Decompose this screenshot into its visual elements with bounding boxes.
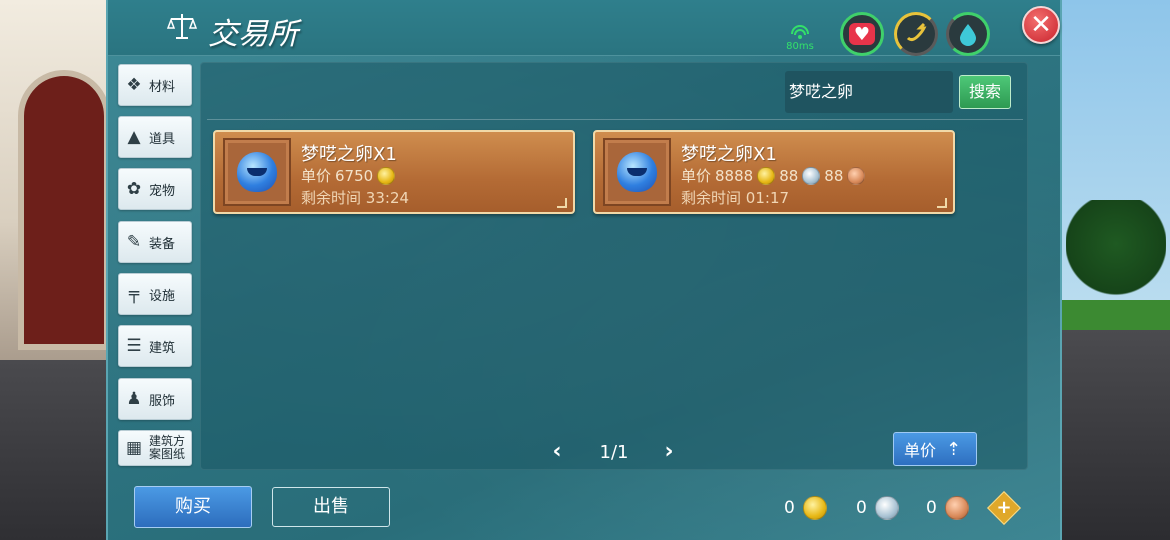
listing-card[interactable]: 梦呓之卵X1 单价 8888 88 88 剩余时间 01:17 — [593, 130, 955, 214]
signal-icon — [791, 25, 809, 39]
add-currency-button[interactable]: + — [987, 491, 1021, 525]
time-label: 剩余时间 — [681, 189, 742, 207]
sort-label: 单价 — [904, 441, 937, 460]
category-materials[interactable]: ❖ 材料 — [118, 64, 192, 106]
category-label: 设施 — [149, 288, 176, 304]
energy-status[interactable] — [894, 12, 938, 56]
water-status[interactable] — [946, 12, 990, 56]
silver-price: 88 — [779, 166, 799, 185]
heart-icon: ♥ — [849, 23, 875, 45]
item-thumbnail — [603, 138, 671, 206]
listing-name: 梦呓之卵X1 — [301, 144, 397, 165]
silver-coin-icon — [874, 496, 899, 520]
next-page-button[interactable]: › — [659, 441, 679, 463]
listing-card[interactable]: 梦呓之卵X1 单价 6750 剩余时间 33:24 — [213, 130, 575, 214]
price-label: 单价 — [681, 167, 712, 185]
item-icon: ▲ — [127, 127, 141, 147]
category-label: 道具 — [149, 131, 176, 147]
facility-icon: ╤ — [128, 284, 140, 304]
time-row: 剩余时间 01:17 — [681, 187, 789, 208]
dream-egg-icon — [237, 152, 277, 192]
time-left: 33:24 — [365, 189, 410, 207]
price-row: 单价 8888 88 88 — [681, 165, 866, 186]
blueprint-icon: ▦ — [125, 438, 143, 458]
clothing-icon: ♟ — [126, 389, 142, 409]
category-label: 宠物 — [149, 183, 176, 199]
search-button[interactable]: 搜索 — [959, 75, 1011, 109]
material-icon: ❖ — [126, 75, 142, 95]
copper-amount: 0 — [926, 498, 937, 518]
corner-icon — [557, 198, 567, 208]
page-indicator: 1/1 — [599, 442, 629, 463]
copper-coin-icon — [944, 496, 969, 520]
gold-coin-icon — [377, 166, 396, 185]
gold-coin-icon — [757, 166, 776, 185]
gold-price: 8888 — [715, 166, 754, 185]
category-label: 装备 — [149, 236, 176, 252]
previous-page-button[interactable]: ‹ — [547, 441, 567, 463]
sort-by-price-button[interactable]: 单价 ⇡ — [893, 432, 977, 466]
building-door — [18, 70, 110, 350]
exchange-panel: 交易所 80ms ♥ ✕ ❖ 材料 ▲ 道具 ✿ 宠物 ✎ 装备 ╤ 设施 ☰ … — [106, 0, 1062, 540]
price-row: 单价 6750 — [301, 165, 396, 186]
close-button[interactable]: ✕ — [1022, 6, 1060, 44]
price-label: 单价 — [301, 167, 332, 185]
category-label: 材料 — [149, 79, 176, 95]
corner-icon — [937, 198, 947, 208]
dream-egg-icon — [617, 152, 657, 192]
silver-balance: 0 — [856, 496, 899, 520]
copper-coin-icon — [847, 166, 866, 185]
search-input[interactable]: 梦呓之卵 — [785, 71, 953, 113]
scale-icon — [166, 10, 198, 42]
copper-balance: 0 — [926, 496, 969, 520]
listing-area: 梦呓之卵 搜索 梦呓之卵X1 单价 6750 剩余时间 33:24 梦呓之卵X1… — [200, 62, 1028, 470]
item-thumbnail — [223, 138, 291, 206]
category-label: 建筑 — [149, 340, 176, 356]
energy-icon — [906, 22, 927, 42]
ground — [0, 360, 110, 540]
building-icon: ☰ — [126, 336, 142, 356]
time-row: 剩余时间 33:24 — [301, 187, 409, 208]
pet-paw-icon: ✿ — [126, 179, 142, 199]
category-pets[interactable]: ✿ 宠物 — [118, 168, 192, 210]
ground-right — [1060, 330, 1170, 540]
network-ping: 80ms — [784, 24, 816, 52]
silver-amount: 0 — [856, 498, 867, 518]
gold-coin-icon — [802, 496, 827, 520]
category-facilities[interactable]: ╤ 设施 — [118, 273, 192, 315]
category-equipment[interactable]: ✎ 装备 — [118, 221, 192, 263]
category-items[interactable]: ▲ 道具 — [118, 116, 192, 158]
time-left: 01:17 — [745, 189, 790, 207]
plus-icon: + — [996, 497, 1012, 518]
equipment-icon: ✎ — [126, 232, 142, 252]
listing-name: 梦呓之卵X1 — [681, 144, 777, 165]
category-buildings[interactable]: ☰ 建筑 — [118, 325, 192, 367]
title-bar: 交易所 80ms ♥ ✕ — [108, 0, 1060, 56]
copper-price: 88 — [824, 166, 844, 185]
ping-label: 80ms — [786, 41, 814, 52]
sort-arrow-icon: ⇡ — [946, 438, 962, 460]
page-title: 交易所 — [208, 17, 298, 52]
buy-tab-button[interactable]: 购买 — [134, 486, 252, 528]
sell-tab-button[interactable]: 出售 — [272, 487, 390, 527]
grass — [1060, 300, 1170, 330]
category-label: 建筑方案图纸 — [149, 434, 186, 461]
divider — [207, 119, 1023, 120]
category-clothing[interactable]: ♟ 服饰 — [118, 378, 192, 420]
health-status[interactable]: ♥ — [840, 12, 884, 56]
water-drop-icon — [960, 24, 976, 46]
gold-balance: 0 — [784, 496, 827, 520]
gold-price: 6750 — [335, 166, 374, 185]
silver-coin-icon — [802, 166, 821, 185]
category-label: 服饰 — [149, 393, 176, 409]
gold-amount: 0 — [784, 498, 795, 518]
time-label: 剩余时间 — [301, 189, 362, 207]
category-blueprints[interactable]: ▦ 建筑方案图纸 — [118, 430, 192, 466]
tree — [1066, 200, 1166, 310]
